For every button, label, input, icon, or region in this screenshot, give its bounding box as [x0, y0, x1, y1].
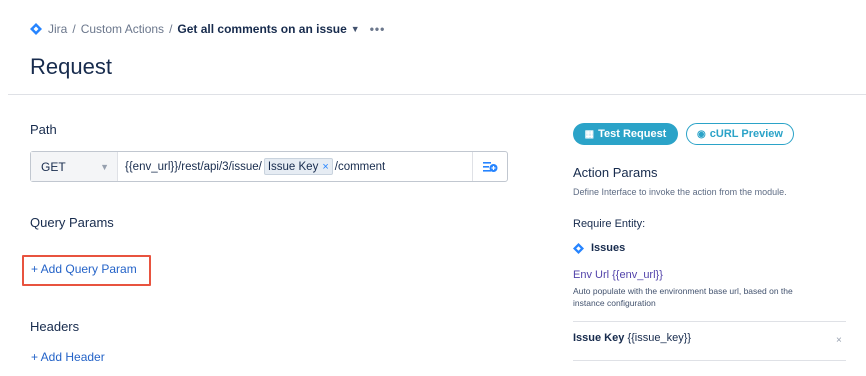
eye-icon: ◉ [697, 128, 706, 140]
remove-token-icon[interactable]: × [322, 161, 328, 173]
chevron-down-icon[interactable]: ▼ [351, 24, 360, 34]
env-url-description: Auto populate with the environment base … [573, 286, 793, 308]
more-options-icon[interactable]: ••• [370, 22, 386, 36]
breadcrumb-item-jira[interactable]: Jira [48, 22, 67, 36]
method-value: GET [41, 159, 66, 174]
jira-icon [30, 23, 42, 35]
path-section-title: Path [30, 122, 57, 137]
test-request-button[interactable]: ▦ Test Request [573, 123, 678, 145]
issue-key-param: Issue Key {{issue_key}} [573, 332, 691, 344]
breadcrumb: Jira / Custom Actions / Get all comments… [30, 21, 385, 37]
method-select[interactable]: GET ▼ [31, 152, 118, 181]
remove-param-icon[interactable]: × [836, 335, 842, 346]
param-divider [573, 360, 846, 361]
url-token-label: Issue Key [267, 160, 319, 173]
url-suffix: /comment [334, 160, 386, 173]
page-title: Request [30, 54, 112, 79]
breadcrumb-separator: / [72, 22, 76, 36]
add-list-icon [483, 161, 498, 172]
document-icon: ▦ [584, 128, 595, 140]
url-input[interactable]: {{env_url}}/rest/api/3/issue/ Issue Key … [118, 152, 472, 181]
action-params-description: Define Interface to invoke the action fr… [573, 187, 787, 197]
jira-icon [573, 242, 584, 254]
curl-preview-button[interactable]: ◉ cURL Preview [686, 123, 794, 145]
insert-variable-button[interactable] [472, 152, 507, 181]
add-header-link[interactable]: + Add Header [31, 350, 105, 364]
entity-issues: Issues [573, 242, 625, 254]
header-divider [8, 94, 866, 95]
curl-preview-label: cURL Preview [709, 128, 783, 140]
entity-label: Issues [591, 242, 626, 254]
breadcrumb-separator: / [169, 22, 173, 36]
param-divider [573, 321, 846, 322]
breadcrumb-item-custom-actions[interactable]: Custom Actions [81, 22, 164, 36]
issue-key-variable: {{issue_key}} [627, 332, 692, 344]
url-token-issue-key[interactable]: Issue Key × [263, 158, 333, 175]
query-params-title: Query Params [30, 215, 114, 230]
path-input-group: GET ▼ {{env_url}}/rest/api/3/issue/ Issu… [30, 151, 508, 182]
issue-key-label: Issue Key [573, 332, 625, 344]
breadcrumb-current[interactable]: Get all comments on an issue [177, 22, 346, 36]
url-prefix: {{env_url}}/rest/api/3/issue/ [125, 160, 262, 173]
env-url-param: Env Url {{env_url}} [573, 269, 663, 281]
action-params-title: Action Params [573, 165, 658, 180]
highlight-box [22, 255, 151, 286]
headers-title: Headers [30, 319, 80, 334]
test-request-label: Test Request [598, 128, 667, 140]
require-entity-label: Require Entity: [573, 218, 646, 230]
chevron-down-icon: ▼ [100, 161, 109, 172]
